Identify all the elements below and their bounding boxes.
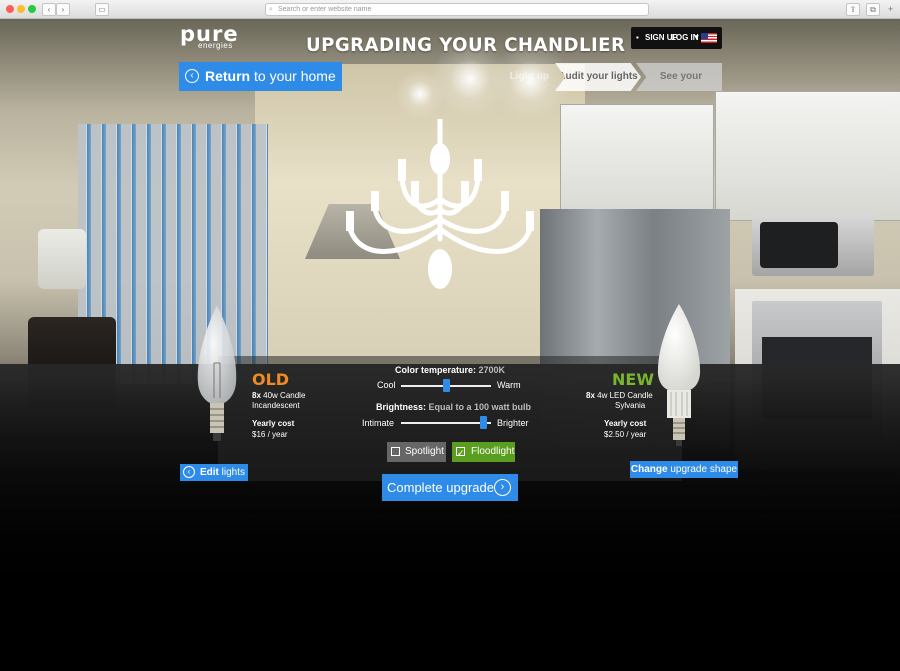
change-label-rest: upgrade shape bbox=[667, 464, 738, 475]
floodlight-label: Floodlight bbox=[471, 446, 515, 457]
ceiling-light-glow bbox=[395, 69, 445, 119]
chevron-left-icon: ‹ bbox=[183, 466, 195, 478]
page-title: UPGRADING YOUR CHANDLIER bbox=[306, 34, 626, 56]
step-see-savings[interactable]: See your savings bbox=[636, 63, 722, 91]
brightness-label: Brightness: bbox=[376, 402, 427, 412]
old-bulb-type: Incandescent bbox=[252, 401, 300, 410]
close-window-icon[interactable] bbox=[6, 5, 14, 13]
kitchen-background-image bbox=[0, 19, 900, 671]
new-bulb-title: NEW bbox=[612, 370, 654, 389]
brightness-value: Equal to a 100 watt bulb bbox=[428, 402, 532, 412]
edit-lights-button[interactable]: ‹ Edit lights bbox=[180, 464, 248, 481]
change-upgrade-shape-button[interactable]: Change upgrade shape bbox=[630, 461, 738, 478]
new-yearly-cost-label: Yearly cost bbox=[604, 419, 647, 428]
return-button-rest: to your home bbox=[250, 68, 336, 84]
return-home-button[interactable]: ‹ Return to your home bbox=[179, 62, 342, 91]
chevron-down-icon[interactable]: ▾ bbox=[695, 33, 699, 41]
tabs-icon[interactable]: ⧉ bbox=[866, 3, 880, 16]
old-yearly-cost-label: Yearly cost bbox=[252, 419, 295, 428]
old-bulb-wattage: 40w Candle bbox=[263, 391, 306, 400]
new-bulb-wattage: 4w LED Candle bbox=[597, 391, 653, 400]
old-bulb-qty: 8x bbox=[252, 391, 261, 400]
led-bulb-image bbox=[657, 304, 701, 446]
warm-label: Warm bbox=[497, 380, 521, 390]
color-temp-slider[interactable] bbox=[401, 379, 491, 392]
new-bulb-qty: 8x bbox=[586, 391, 595, 400]
spotlight-toggle[interactable]: Spotlight bbox=[387, 442, 446, 462]
wall-phone bbox=[38, 229, 86, 289]
old-yearly-cost: $16 / year bbox=[252, 430, 288, 439]
new-bulb-desc: 8x 4w LED Candle bbox=[586, 391, 653, 401]
new-bulb-brand: Sylvania bbox=[615, 401, 646, 410]
address-placeholder: Search or enter website name bbox=[278, 6, 372, 13]
cool-label: Cool bbox=[377, 380, 396, 390]
spotlight-label: Spotlight bbox=[405, 446, 444, 457]
color-temp-label: Color temperature: bbox=[395, 365, 477, 375]
return-button-bold: Return bbox=[205, 68, 251, 84]
forward-icon[interactable]: › bbox=[56, 3, 70, 16]
color-temp-value: 2700K bbox=[478, 365, 506, 375]
address-bar[interactable]: ⌕ Search or enter website name bbox=[265, 3, 649, 16]
upper-cabinet-left bbox=[560, 104, 714, 224]
edit-label-bold: Edit bbox=[200, 467, 219, 478]
step-light-up[interactable]: Light up bbox=[460, 63, 555, 91]
back-icon[interactable]: ‹ bbox=[42, 3, 56, 16]
old-bulb-title: OLD bbox=[252, 370, 290, 389]
step-audit-lights[interactable]: Audit your lights bbox=[555, 63, 641, 91]
chevron-right-icon: › bbox=[494, 479, 511, 496]
spotlight-checkbox[interactable] bbox=[391, 447, 400, 456]
chandelier-image bbox=[346, 119, 534, 289]
search-icon: ⌕ bbox=[269, 6, 273, 13]
old-bulb-desc: 8x 40w Candle bbox=[252, 391, 305, 401]
microwave bbox=[752, 214, 874, 276]
new-tab-icon[interactable]: + bbox=[888, 4, 893, 14]
lock-icon: ▪ bbox=[636, 33, 639, 42]
edit-label-rest: lights bbox=[218, 467, 246, 478]
color-temp-slider-thumb[interactable] bbox=[442, 379, 450, 392]
pure-energies-logo[interactable]: pure energies bbox=[180, 22, 250, 50]
logo-sub-text: energies bbox=[198, 41, 233, 50]
complete-upgrade-button[interactable]: Complete upgrade › bbox=[382, 474, 518, 501]
brighter-label: Brighter bbox=[497, 418, 529, 428]
intimate-label: Intimate bbox=[362, 418, 395, 428]
floodlight-checkbox[interactable] bbox=[456, 443, 465, 463]
brightness-slider-thumb[interactable] bbox=[479, 416, 487, 429]
minimize-window-icon[interactable] bbox=[17, 5, 25, 13]
share-icon[interactable]: ⇪ bbox=[846, 3, 860, 16]
complete-upgrade-label: Complete upgrade bbox=[387, 480, 494, 495]
progress-steps: Light up Audit your lights See your savi… bbox=[460, 63, 722, 91]
brightness-heading: Brightness: Equal to a 100 watt bulb bbox=[376, 402, 531, 412]
change-label-bold: Change bbox=[630, 464, 668, 475]
us-flag-icon[interactable] bbox=[701, 33, 717, 43]
brightness-slider[interactable] bbox=[401, 416, 491, 429]
incandescent-bulb-image bbox=[197, 305, 237, 441]
color-temp-heading: Color temperature: 2700K bbox=[395, 365, 505, 375]
auth-bar: ▪ SIGN UP LOG IN ▾ bbox=[631, 27, 722, 49]
sidebar-icon[interactable]: ▭ bbox=[95, 3, 109, 16]
upper-cabinet-right bbox=[715, 91, 900, 221]
maximize-window-icon[interactable] bbox=[28, 5, 36, 13]
new-yearly-cost: $2.50 / year bbox=[604, 430, 647, 439]
chevron-left-icon: ‹ bbox=[185, 69, 199, 83]
floodlight-toggle[interactable]: Floodlight bbox=[452, 442, 515, 463]
browser-toolbar: ‹ › ▭ ⌕ Search or enter website name ⇪ ⧉… bbox=[0, 0, 900, 19]
